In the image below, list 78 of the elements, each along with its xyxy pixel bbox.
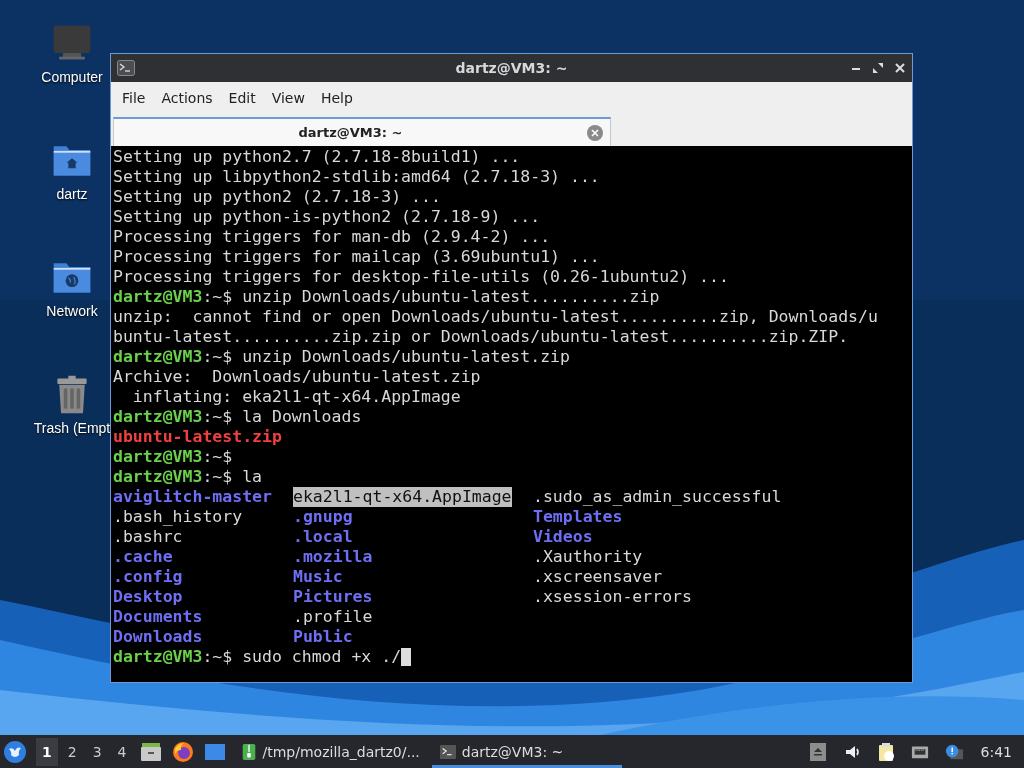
notification-icon[interactable] [944, 742, 963, 761]
directory-name: Documents [113, 607, 203, 627]
close-icon[interactable] [587, 124, 603, 141]
clock[interactable]: 6:41 [980, 743, 1012, 760]
terminal-text: .bash_history [113, 507, 243, 527]
terminal-text: .sudo_as_admin_successful [533, 487, 782, 507]
menu-item[interactable]: Edit [220, 85, 264, 110]
prompt-user: dartz@VM3 [113, 287, 203, 307]
directory-name: .cache [113, 547, 173, 567]
menu-item[interactable]: Actions [153, 85, 221, 110]
directory-name: Templates [533, 507, 623, 527]
prompt-user: dartz@VM3 [113, 407, 203, 427]
directory-name: Videos [533, 527, 593, 547]
close-button[interactable] [894, 62, 906, 74]
executable-name: eka2l1-qt-x64.AppImage [293, 487, 512, 507]
terminal-text: buntu-latest..........zip.zip or Downloads/ubuntu-latest..........zip.ZIP. [113, 327, 849, 347]
fox-globe-icon[interactable] [171, 740, 194, 763]
terminal-text: Archive: Downloads/ubuntu-latest.zip [113, 367, 481, 387]
directory-name: Downloads [113, 627, 203, 647]
zip-file-icon [240, 742, 257, 761]
terminal-text: :~$ unzip Downloads/ubuntu-latest.zip [202, 347, 570, 367]
directory-name: Desktop [113, 587, 183, 607]
eject-icon[interactable] [808, 742, 827, 761]
directory-name: Pictures [293, 587, 373, 607]
menu-item[interactable]: Help [312, 85, 361, 110]
directory-name: .gnupg [293, 507, 353, 527]
text-cursor [401, 648, 412, 666]
menu-item[interactable]: File [114, 85, 154, 110]
directory-name: .local [293, 527, 353, 547]
menu-item[interactable]: View [263, 85, 313, 110]
maximize-button[interactable] [872, 62, 884, 74]
taskbar-task[interactable]: /tmp/mozilla_dartz0/... [232, 735, 428, 768]
prompt-user: dartz@VM3 [113, 467, 203, 487]
start-menu-icon[interactable] [4, 740, 26, 763]
window-title: dartz@VM3: ~ [454, 60, 569, 76]
terminal-text: Setting up python-is-python2 (2.7.18-9) ... [113, 207, 541, 227]
workspace-button[interactable]: 1 [36, 737, 58, 766]
terminal-text: .xsession-errors [533, 587, 692, 607]
terminal-text: :~$ unzip Downloads/ubuntu-latest..........zip [202, 287, 660, 307]
icon-label[interactable]: Network [46, 303, 98, 319]
taskbar-task[interactable]: dartz@VM3: ~ [431, 735, 622, 768]
file-cabinet-icon[interactable] [139, 740, 162, 763]
prompt-user: dartz@VM3 [113, 447, 203, 467]
directory-name: Public [293, 627, 353, 647]
terminal-text: .xscreensaver [533, 567, 663, 587]
icon-label[interactable]: dartz [56, 186, 88, 202]
tab[interactable]: dartz@VM3: ~ [113, 117, 611, 146]
workspace-button[interactable]: 2 [61, 737, 83, 766]
prompt-user: dartz@VM3 [113, 647, 203, 667]
terminal-icon [117, 60, 135, 76]
terminal-text: .profile [293, 607, 373, 627]
terminal-text: .Xauthority [533, 547, 643, 567]
terminal-area[interactable] [111, 146, 912, 682]
terminal-text: unzip: cannot find or open Downloads/ubuntu-latest..........zip, Downloads/u [113, 307, 878, 327]
terminal-text: Setting up python2.7 (2.7.18-8build1) ... [113, 147, 521, 167]
terminal-text: Setting up libpython2-stdlib:amd64 (2.7.18-3) ... [113, 167, 600, 187]
terminal-text: Processing triggers for desktop-file-utils (0.26-1ubuntu2) ... [113, 267, 729, 287]
terminal-text: :~$ la [202, 467, 262, 487]
terminal-icon [439, 742, 456, 761]
terminal-text: :~$ [202, 447, 233, 467]
directory-name: .config [113, 567, 183, 587]
icon-label[interactable]: Computer [41, 69, 103, 85]
terminal-text: inflating: eka2l1-qt-x64.AppImage [131, 387, 461, 407]
terminal-text: Processing triggers for mailcap (3.69ubuntu1) ... [113, 247, 600, 267]
terminal-text: Processing triggers for man-db (2.9.4-2) ... [113, 227, 551, 247]
prompt-user: dartz@VM3 [113, 347, 203, 367]
terminal-text: :~$ sudo chmod +x ./ [202, 647, 402, 667]
clipboard-icon[interactable] [876, 742, 895, 761]
terminal-text: .bashrc [113, 527, 183, 547]
workspace-button[interactable]: 4 [111, 737, 133, 766]
directory-name: .mozilla [293, 547, 373, 567]
terminal-text: Setting up python2 (2.7.18-3) ... [113, 187, 441, 207]
directory-name: Music [293, 567, 343, 587]
directory-name: aviglitch-master [113, 487, 272, 507]
archive-name: ubuntu-latest.zip [113, 427, 282, 447]
icon-label[interactable]: Trash (Empt [33, 420, 111, 436]
terminal-text: :~$ la Downloads [202, 407, 362, 427]
workspace-button[interactable]: 3 [86, 737, 108, 766]
